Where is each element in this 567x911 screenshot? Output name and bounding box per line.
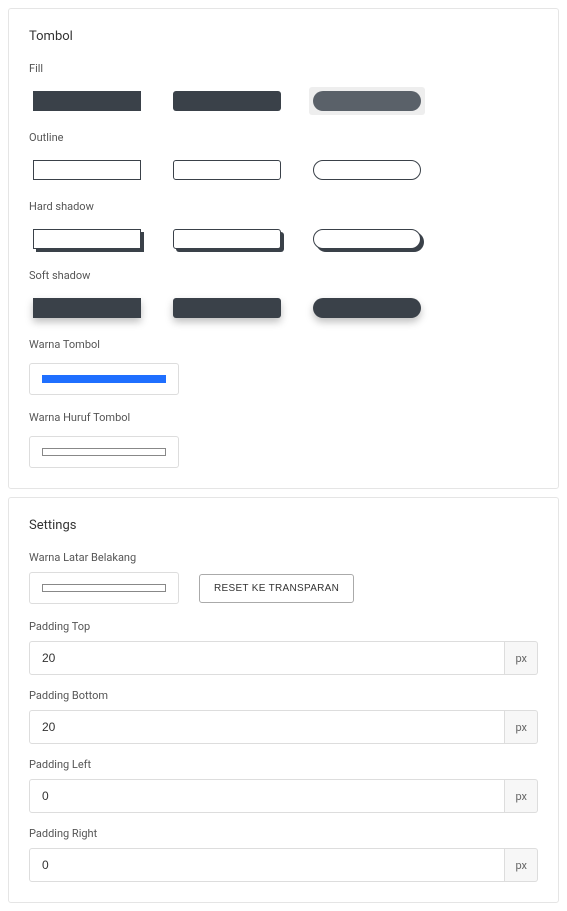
outline-style-rounded[interactable]	[169, 156, 285, 184]
padding-right-unit: px	[505, 848, 538, 882]
warna-tombol-swatch	[42, 375, 166, 383]
hardshadow-style-pill[interactable]	[309, 225, 425, 253]
outline-label: Outline	[29, 131, 538, 144]
settings-panel-title: Settings	[29, 518, 538, 533]
warna-latar-swatch	[42, 584, 166, 592]
warna-tombol-picker[interactable]	[29, 363, 179, 395]
padding-left-label: Padding Left	[29, 758, 538, 771]
fill-row	[29, 87, 538, 115]
hardshadow-style-rounded[interactable]	[169, 225, 285, 253]
outline-style-square[interactable]	[29, 156, 145, 184]
padding-left-input[interactable]	[29, 779, 505, 813]
hardshadow-row	[29, 225, 538, 253]
warna-latar-picker[interactable]	[29, 572, 179, 604]
warna-huruf-picker[interactable]	[29, 436, 179, 468]
softshadow-row	[29, 294, 538, 322]
padding-bottom-unit: px	[505, 710, 538, 744]
fill-label: Fill	[29, 62, 538, 75]
padding-right-label: Padding Right	[29, 827, 538, 840]
hardshadow-style-square[interactable]	[29, 225, 145, 253]
warna-huruf-swatch	[42, 448, 166, 456]
fill-style-pill[interactable]	[309, 87, 425, 115]
reset-transparent-button[interactable]: RESET KE TRANSPARAN	[199, 574, 354, 603]
padding-left-unit: px	[505, 779, 538, 813]
padding-top-unit: px	[505, 641, 538, 675]
warna-tombol-label: Warna Tombol	[29, 338, 538, 351]
outline-style-pill[interactable]	[309, 156, 425, 184]
warna-latar-label: Warna Latar Belakang	[29, 551, 538, 564]
softshadow-style-square[interactable]	[29, 294, 145, 322]
fill-style-square[interactable]	[29, 87, 145, 115]
hardshadow-label: Hard shadow	[29, 200, 538, 213]
softshadow-label: Soft shadow	[29, 269, 538, 282]
tombol-panel-title: Tombol	[29, 29, 538, 44]
settings-panel: Settings Warna Latar Belakang RESET KE T…	[8, 497, 559, 903]
softshadow-style-rounded[interactable]	[169, 294, 285, 322]
tombol-panel: Tombol Fill Outline Hard shadow Soft sha…	[8, 8, 559, 489]
softshadow-style-pill[interactable]	[309, 294, 425, 322]
warna-huruf-label: Warna Huruf Tombol	[29, 411, 538, 424]
padding-top-input[interactable]	[29, 641, 505, 675]
padding-bottom-input[interactable]	[29, 710, 505, 744]
padding-top-label: Padding Top	[29, 620, 538, 633]
padding-bottom-label: Padding Bottom	[29, 689, 538, 702]
padding-right-input[interactable]	[29, 848, 505, 882]
fill-style-rounded[interactable]	[169, 87, 285, 115]
outline-row	[29, 156, 538, 184]
